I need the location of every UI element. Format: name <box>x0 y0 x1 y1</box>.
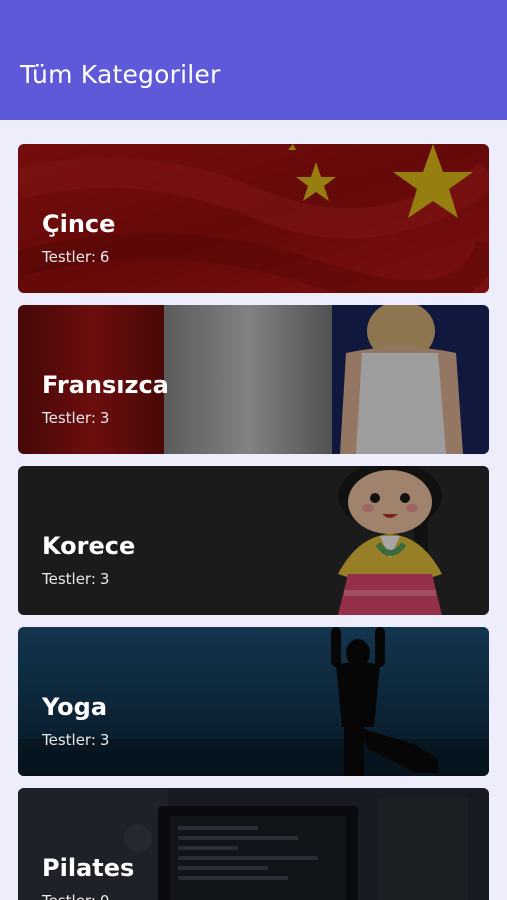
tests-count: Testler: 3 <box>42 409 110 427</box>
tests-count: Testler: 3 <box>42 731 110 749</box>
category-card-pilates[interactable]: Pilates Testler:0 <box>18 788 489 900</box>
category-card-yoga[interactable]: Yoga Testler: 3 <box>18 627 489 776</box>
app-bar: Tüm Kategoriler <box>0 0 507 120</box>
category-card-french[interactable]: Fransızca Testler: 3 <box>18 305 489 454</box>
category-name: Fransızca <box>42 371 169 399</box>
tests-count: Testler: 6 <box>42 248 110 266</box>
card-overlay <box>18 788 489 900</box>
tests-count: Testler: 3 <box>42 570 110 588</box>
category-card-korean[interactable]: Korece Testler: 3 <box>18 466 489 615</box>
category-name: Çince <box>42 210 116 238</box>
tests-count: Testler:0 <box>42 892 109 900</box>
category-name: Yoga <box>42 693 108 721</box>
category-card-chinese[interactable]: Çince Testler: 6 <box>18 144 489 293</box>
category-list[interactable]: Çince Testler: 6 Fransızca Testler: 3 Ko… <box>0 120 507 900</box>
category-name: Korece <box>42 532 136 560</box>
page-title: Tüm Kategoriler <box>20 60 221 89</box>
category-name: Pilates <box>42 854 135 882</box>
